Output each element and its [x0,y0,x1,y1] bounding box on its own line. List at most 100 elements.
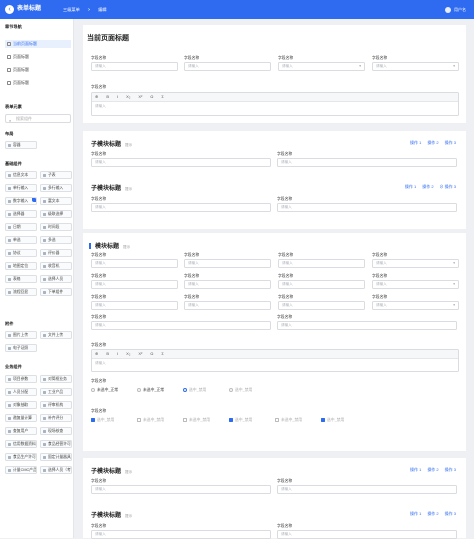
select-field[interactable]: 请输入 [372,259,459,268]
radio-option[interactable]: 选中_禁用 [229,388,252,393]
component-chip[interactable]: 选择器 [5,210,37,218]
component-chip[interactable]: 固定计量器具 [40,453,72,461]
component-chip[interactable]: 人员分配 [5,388,37,396]
component-chip[interactable]: 下单组件 [40,288,72,296]
section-nav-item[interactable]: 当前页面标题 [5,40,71,48]
component-chip[interactable]: 补齐评分 [40,414,72,422]
toolbar-button[interactable]: X₂ [126,351,130,356]
component-chip[interactable]: 项目参数 [5,375,37,383]
toolbar-button[interactable]: X² [138,94,142,99]
text-input[interactable]: 请输入 [277,203,457,212]
action-link[interactable]: 操作 1 [410,140,421,145]
component-chip[interactable]: 查复用户 [5,427,37,435]
checkbox-option[interactable]: 未选中_禁用 [183,418,210,423]
section-nav-item[interactable]: 页面标题 [5,53,71,61]
select-field[interactable]: 请输入 [372,301,459,310]
action-link[interactable]: 操作 1 [405,184,416,189]
checkbox-option[interactable]: 选中_禁用 [229,418,252,423]
text-input[interactable]: 请输入 [277,158,457,167]
toolbar-button[interactable]: B [106,351,109,356]
component-chip[interactable]: 单行输入 [5,184,37,192]
text-input[interactable]: 请输入 [91,158,271,167]
action-link[interactable]: 操作 3 [445,467,456,472]
component-chip[interactable]: 收音机 [40,262,72,270]
text-input[interactable]: 请输入 [278,301,365,310]
text-input[interactable]: 请输入 [278,280,365,289]
toolbar-button[interactable]: Σ [161,351,163,356]
component-chip[interactable]: 计量CMC产品 [5,466,37,474]
checkbox-option[interactable]: 选中_禁用 [321,418,344,423]
component-chip[interactable]: 子表 [40,171,72,179]
action-link[interactable]: 操作 1 [410,511,421,516]
toolbar-button[interactable]: Ω [150,351,153,356]
component-chip[interactable]: 选择人员 [40,275,72,283]
toolbar-button[interactable]: I [117,351,118,356]
action-link[interactable]: 操作 3 [445,140,456,145]
checkbox-option[interactable]: 选中_禁用 [91,418,114,423]
component-chip[interactable]: 评审机构 [40,401,72,409]
component-chip[interactable]: 选择人员（考核准备） [40,466,72,474]
component-chip[interactable]: 表格 [5,275,37,283]
breadcrumb-item[interactable]: 三级菜单 [63,7,80,12]
toolbar-button[interactable]: ⊕ [95,94,98,99]
component-chip[interactable]: 评价器 [40,249,72,257]
action-link[interactable]: 操作 1 [410,467,421,472]
text-input[interactable]: 请输入 [91,321,271,330]
checkbox-option[interactable]: 未选中_禁用 [137,418,164,423]
component-chip[interactable]: 邀复量计算 [5,414,37,422]
text-input[interactable]: 请输入 [277,321,457,330]
component-chip[interactable]: 协议 [5,249,37,257]
action-link[interactable]: 操作 2 [427,467,438,472]
text-input[interactable]: 请输入 [91,203,271,212]
select-field[interactable]: 请输入 [372,280,459,289]
text-input[interactable]: 请输入 [91,280,178,289]
select-field[interactable]: 请输入 [372,62,459,71]
text-input[interactable]: 请输入 [184,259,271,268]
component-chip[interactable]: 数字输入 [5,197,37,205]
component-chip[interactable]: 单选 [5,236,37,244]
toolbar-button[interactable]: X₂ [126,94,130,99]
component-chip[interactable]: 多行输入 [40,184,72,192]
section-nav-item[interactable]: 页面标题 [5,66,71,74]
action-link[interactable]: 操作 2 [427,140,438,145]
component-chip[interactable]: 电子证照 [5,344,37,352]
action-link[interactable]: 操作 2 [427,511,438,516]
component-chip[interactable]: 工业产品 [40,388,72,396]
rich-text-editor[interactable]: ⊕ B I X₂ X² Ω Σ 请输入 [91,92,459,116]
user-menu[interactable]: 用户名 [445,5,466,14]
component-chip[interactable]: 日期 [5,223,37,231]
text-input[interactable]: 请输入 [91,301,178,310]
select-field[interactable]: 请输入 [278,62,365,71]
toolbar-button[interactable]: B [106,94,109,99]
component-chip[interactable]: 对简框业务 [40,375,72,383]
back-icon[interactable]: ‹ [5,5,14,14]
component-chip[interactable]: 图片上传 [5,331,37,339]
component-chip[interactable]: 多选 [40,236,72,244]
component-search-input[interactable]: ⌕ 搜索组件 [5,114,71,123]
toolbar-button[interactable]: ⊕ [95,351,98,356]
toolbar-button[interactable]: I [117,94,118,99]
component-chip[interactable]: 地图定位 [5,262,37,270]
text-input[interactable]: 请输入 [91,62,178,71]
toolbar-button[interactable]: Ω [150,94,153,99]
text-input[interactable]: 请输入 [91,485,271,494]
component-chip[interactable]: 食品生产许可 [5,453,37,461]
text-input[interactable]: 请输入 [184,62,271,71]
text-input[interactable]: 请输入 [277,485,457,494]
component-chip[interactable]: 级联选择 [40,210,72,218]
component-chip[interactable]: 信用数据资料 [5,440,37,448]
text-input[interactable]: 请输入 [91,259,178,268]
component-chip[interactable]: 食品经营许可 [40,440,72,448]
toolbar-button[interactable]: Σ [161,94,163,99]
component-chip[interactable]: 流程回显 [5,288,37,296]
radio-option[interactable]: 选中_禁用 [183,388,206,393]
text-input[interactable]: 请输入 [184,301,271,310]
component-chip[interactable]: 容器 [5,141,37,149]
radio-option[interactable]: 未选中_正常 [91,388,118,393]
toolbar-button[interactable]: X² [138,351,142,356]
action-link[interactable]: 操作 3 [445,511,456,516]
checkbox-option[interactable]: 未选中_禁用 [275,418,302,423]
rich-text-editor[interactable]: ⊕ B I X₂ X² Ω Σ 请输入 [91,349,459,372]
text-input[interactable]: 请输入 [184,280,271,289]
component-chip[interactable]: 信息文本 [5,171,37,179]
